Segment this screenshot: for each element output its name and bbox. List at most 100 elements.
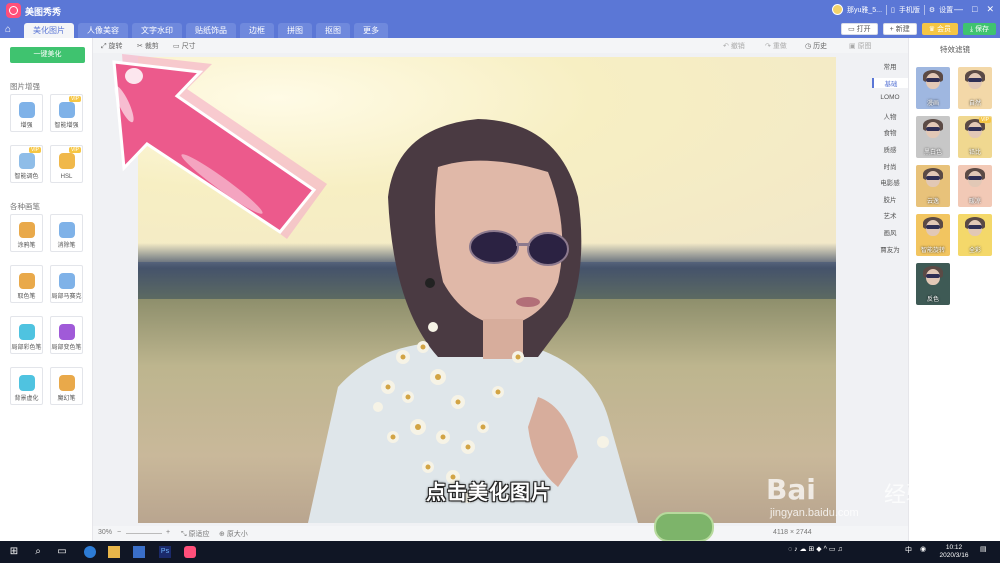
filter-category-11[interactable]: 賈友为 xyxy=(872,244,908,254)
filter-tile-7[interactable]: 全彩 xyxy=(958,214,992,256)
filter-tile-5[interactable]: 暖凉 xyxy=(958,165,992,207)
avatar[interactable] xyxy=(832,4,843,15)
minimize-button[interactable]: — xyxy=(954,4,963,15)
tool-label: 局部彩色笔 xyxy=(11,345,42,351)
filter-tile-6[interactable]: 智能旋转 xyxy=(916,214,950,256)
ime-indicator[interactable]: 中 xyxy=(905,545,912,555)
undo-button[interactable]: ↶ 撤销 xyxy=(723,41,745,51)
antivirus-icon[interactable]: ◉ xyxy=(920,545,926,553)
filter-category-0[interactable]: 常用 xyxy=(872,61,908,71)
filter-label: 智能旋转 xyxy=(920,248,945,254)
meitu-taskbar-icon[interactable] xyxy=(184,546,196,558)
app-title: 美图秀秀 xyxy=(25,7,62,17)
tab-8[interactable]: 更多 xyxy=(354,23,388,38)
user-name[interactable]: 那yu雅_5... xyxy=(847,5,882,15)
filter-tile-2[interactable]: 黑白色 xyxy=(916,116,950,158)
tool-label: 背景虚化 xyxy=(14,396,39,402)
windows-start-icon[interactable]: ⊞ xyxy=(8,546,20,558)
magic-wand-icon xyxy=(58,102,75,118)
auto-enhance-button[interactable]: 一键美化 xyxy=(10,47,85,63)
tool-enhance_tools-0[interactable]: 增强 xyxy=(10,94,43,132)
task-view-icon[interactable]: ▭ xyxy=(56,546,68,558)
tool-enhance_tools-2[interactable]: 智能调色 VIP xyxy=(10,145,43,183)
tool-enhance_tools-3[interactable]: HSL VIP xyxy=(50,145,83,183)
zoom-out-button[interactable]: − xyxy=(117,529,121,536)
tool-brush_tools-4[interactable]: 局部彩色笔 xyxy=(10,316,43,354)
redo-label: 重做 xyxy=(772,43,787,50)
thumb-glass xyxy=(926,176,940,180)
search-icon[interactable]: ⌕ xyxy=(32,546,44,558)
watermark-brand-cn: 经验 xyxy=(884,483,929,508)
close-button[interactable]: ✕ xyxy=(986,4,994,15)
tab-1[interactable]: 美化图片 xyxy=(24,23,74,38)
vip-badge: VIP xyxy=(68,96,81,102)
filter-category-3[interactable]: 人物 xyxy=(872,111,908,121)
watermark-brand: Bai xyxy=(766,473,816,506)
eraser-icon xyxy=(58,222,75,238)
recording-widget[interactable] xyxy=(654,512,714,542)
filter-category-7[interactable]: 电影感 xyxy=(872,177,908,187)
app-icon[interactable] xyxy=(133,546,145,558)
user-area: 那yu雅_5... ▯ 手机版 ⚙ 设置 xyxy=(832,4,953,15)
tool-brush_tools-7[interactable]: 魔幻笔 xyxy=(50,367,83,405)
zoom-slider[interactable] xyxy=(126,533,162,534)
save-button[interactable]: ⤓ 保存 xyxy=(962,23,996,35)
history-button[interactable]: ◷ 历史 xyxy=(805,41,827,51)
filter-category-6[interactable]: 时尚 xyxy=(872,161,908,171)
tray-icons[interactable]: ◌ ♪ ☁ ⊞ ◆ ^ ▭ ♫ xyxy=(788,545,843,553)
tab-3[interactable]: 文字水印 xyxy=(132,23,182,38)
tool-label: 增强 xyxy=(20,123,33,129)
browser-icon[interactable] xyxy=(84,546,96,558)
filter-tile-3[interactable]: 铅比 VIP xyxy=(958,116,992,158)
fit-window-button[interactable]: ⤡ 原适应 xyxy=(181,529,210,539)
maximize-button[interactable]: □ xyxy=(972,4,977,15)
filter-tile-4[interactable]: 云逸 xyxy=(916,165,950,207)
filter-tile-0[interactable]: 漫画 xyxy=(916,67,950,109)
tool-label: HSL xyxy=(60,174,73,180)
new-button[interactable]: + 新建 xyxy=(882,23,917,35)
filter-tile-1[interactable]: 自然 xyxy=(958,67,992,109)
folder-icon[interactable] xyxy=(108,546,120,558)
redo-button[interactable]: ↷ 重做 xyxy=(765,41,787,51)
tool-brush_tools-6[interactable]: 背景虚化 xyxy=(10,367,43,405)
filter-category-10[interactable]: 画风 xyxy=(872,227,908,237)
tool-label: 取色笔 xyxy=(17,294,36,300)
open-label: 打开 xyxy=(856,26,871,33)
open-button[interactable]: ▭ 打开 xyxy=(841,23,878,35)
clock-time: 10:12 xyxy=(945,544,963,551)
photoshop-icon[interactable]: Ps xyxy=(159,546,171,558)
tab-7[interactable]: 抠图 xyxy=(316,23,350,38)
filter-tile-8[interactable]: 反色 xyxy=(916,263,950,305)
tool-brush_tools-5[interactable]: 局部变色笔 xyxy=(50,316,83,354)
phone-version-link[interactable]: 手机版 xyxy=(899,5,920,15)
tool-brush_tools-3[interactable]: 局部马赛克 xyxy=(50,265,83,303)
tab-5[interactable]: 边框 xyxy=(240,23,274,38)
filter-category-9[interactable]: 艺术 xyxy=(872,210,908,220)
tool-brush_tools-1[interactable]: 消除笔 xyxy=(50,214,83,252)
section-title-enhance: 图片增强 xyxy=(10,82,40,91)
clock[interactable]: 10:12 2020/3/16 xyxy=(935,544,973,560)
filter-category-4[interactable]: 食物 xyxy=(872,127,908,137)
tool-brush_tools-2[interactable]: 取色笔 xyxy=(10,265,43,303)
tab-2[interactable]: 人像美容 xyxy=(78,23,128,38)
filter-category-5[interactable]: 质感 xyxy=(872,144,908,154)
blur-icon xyxy=(18,375,35,391)
original-size-button[interactable]: ⊕ 原大小 xyxy=(219,529,248,539)
fit-label: 原适应 xyxy=(188,531,210,538)
tool-brush_tools-0[interactable]: 涂鸦笔 xyxy=(10,214,43,252)
filter-category-2[interactable]: LOMO xyxy=(872,94,908,101)
settings-link[interactable]: 设置 xyxy=(939,5,953,15)
zoom-in-button[interactable]: + xyxy=(166,529,170,536)
home-icon[interactable]: ⌂ xyxy=(5,24,17,36)
filter-label: 铅比 xyxy=(968,150,981,156)
tool-enhance_tools-1[interactable]: 智能增强 VIP xyxy=(50,94,83,132)
filter-category-8[interactable]: 胶片 xyxy=(872,194,908,204)
video-subtitle: 点击美化图片 xyxy=(426,480,552,504)
compare-button[interactable]: ▣ 原图 xyxy=(849,41,872,51)
tab-6[interactable]: 拼图 xyxy=(278,23,312,38)
notification-icon[interactable]: ▤ xyxy=(980,545,987,553)
divider xyxy=(923,4,925,15)
tab-4[interactable]: 贴纸饰品 xyxy=(186,23,236,38)
vip-button[interactable]: ♛ 会员 xyxy=(921,23,958,35)
filter-category-1[interactable]: 基础 xyxy=(872,77,908,88)
